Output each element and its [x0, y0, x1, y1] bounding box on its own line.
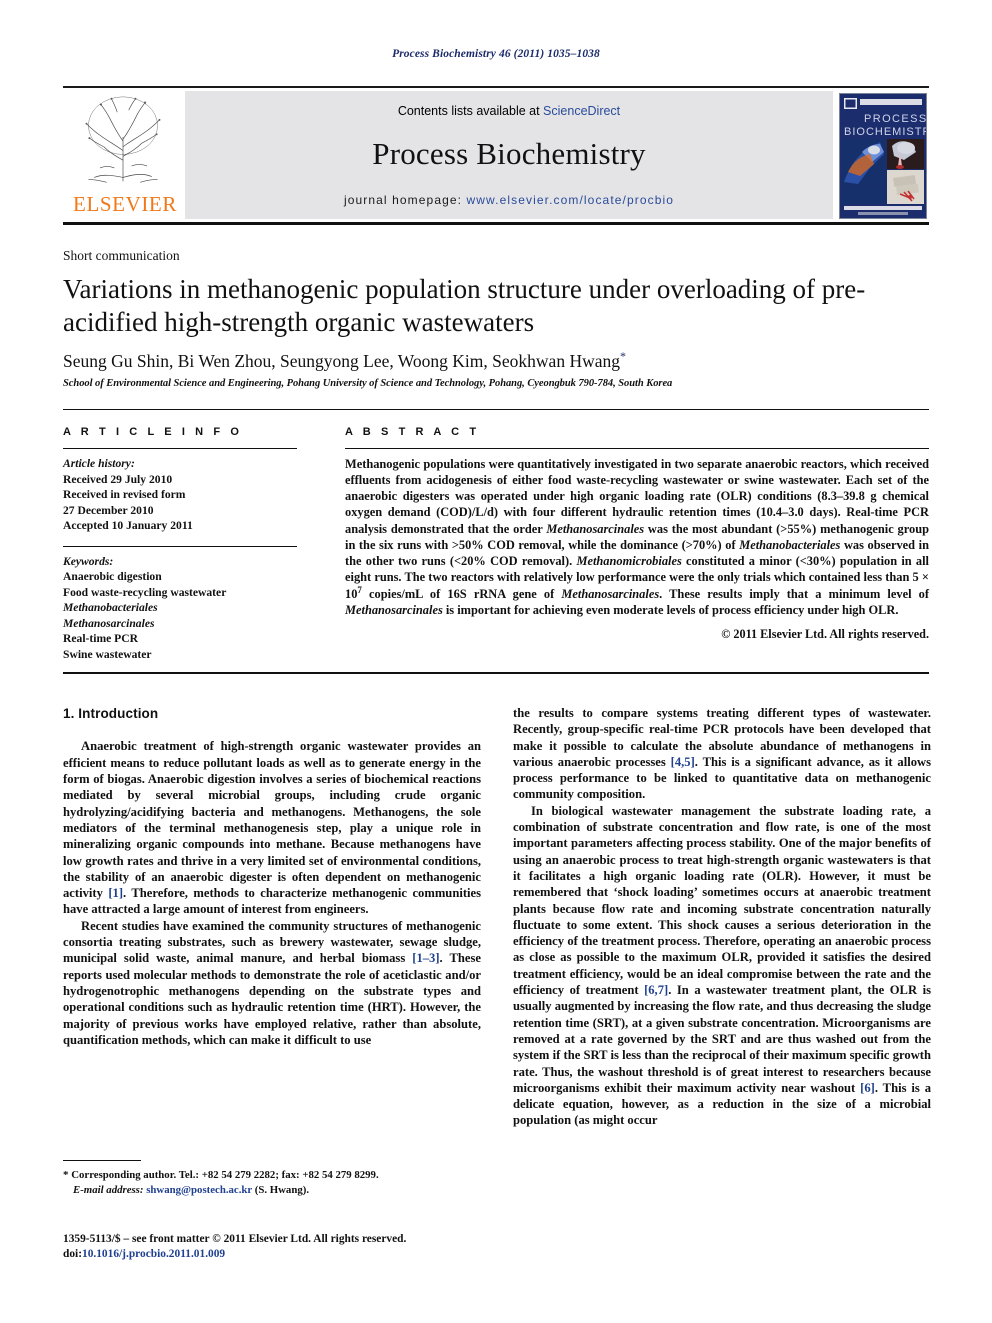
abstract-copyright: © 2011 Elsevier Ltd. All rights reserved… — [721, 627, 929, 642]
corresponding-author-footnote: * Corresponding author. Tel.: +82 54 279… — [63, 1168, 481, 1197]
body-column-left: 1. Introduction Anaerobic treatment of h… — [63, 705, 481, 1048]
cover-artwork-icon: PROCESS BIOCHEMISTRY — [840, 94, 926, 218]
cover-image: PROCESS BIOCHEMISTRY — [839, 93, 927, 219]
email-link[interactable]: shwang@postech.ac.kr — [146, 1184, 252, 1196]
journal-homepage-line: journal homepage: www.elsevier.com/locat… — [344, 193, 674, 207]
article-history-block: Article history: Received 29 July 2010 R… — [63, 456, 297, 534]
elsevier-tree-icon — [85, 96, 161, 183]
history-item: Received 29 July 2010 — [63, 472, 173, 486]
email-label: E-mail address: — [73, 1183, 144, 1196]
journal-band: Contents lists available at ScienceDirec… — [185, 91, 833, 219]
abstract-column: A B S T R A C T Methanogenic populations… — [345, 426, 929, 642]
journal-cover-thumbnail: PROCESS BIOCHEMISTRY — [833, 91, 929, 219]
body-column-right: the results to compare systems treating … — [513, 705, 931, 1129]
keyword-item: Anaerobic digestion — [63, 570, 162, 584]
article-info-column: A R T I C L E I N F O Article history: R… — [63, 426, 297, 662]
homepage-label: journal homepage: — [343, 193, 467, 207]
paragraph: the results to compare systems treating … — [513, 706, 932, 802]
footnote-rule — [63, 1160, 141, 1161]
info-band-top-rule — [63, 409, 929, 410]
history-item: 27 December 2010 — [63, 503, 154, 517]
journal-masthead: ELSEVIER Contents lists available at Sci… — [63, 86, 929, 219]
abstract-heading: A B S T R A C T — [345, 426, 480, 438]
doi-label: doi: — [63, 1248, 82, 1261]
author-names: Seung Gu Shin, Bi Wen Zhou, Seungyong Le… — [63, 350, 620, 371]
elsevier-wordmark: ELSEVIER — [73, 192, 177, 216]
section-heading-introduction: 1. Introduction — [63, 706, 159, 721]
keyword-item: Methanosarcinales — [63, 616, 155, 630]
article-kind-label: Short communication — [63, 248, 180, 263]
paragraph: Anaerobic treatment of high-strength org… — [63, 739, 482, 917]
email-suffix: (S. Hwang). — [254, 1183, 310, 1196]
masthead-bottom-rule — [63, 222, 929, 225]
footnote-marker: * — [63, 1169, 69, 1181]
homepage-url[interactable]: www.elsevier.com/locate/procbio — [467, 193, 675, 207]
elsevier-logo: ELSEVIER — [63, 91, 185, 219]
article-info-heading: A R T I C L E I N F O — [63, 426, 243, 438]
keywords-divider — [63, 545, 297, 547]
keyword-item: Methanobacteriales — [63, 601, 158, 615]
paragraph: In biological wastewater management the … — [513, 803, 931, 1128]
running-head: Process Biochemistry 46 (2011) 1035–1038 — [392, 48, 600, 60]
contents-available-line: Contents lists available at ScienceDirec… — [398, 104, 620, 118]
doi-line: doi:10.1016/j.procbio.2011.01.009 — [63, 1247, 493, 1262]
info-band-bottom-rule — [63, 672, 929, 674]
journal-title: Process Biochemistry — [372, 135, 646, 171]
paper-page: Process Biochemistry 46 (2011) 1035–1038 — [0, 0, 992, 1323]
affiliation: School of Environmental Science and Engi… — [63, 378, 673, 389]
keyword-item: Real-time PCR — [63, 632, 139, 646]
history-item: Accepted 10 January 2011 — [63, 519, 193, 533]
sciencedirect-link[interactable]: ScienceDirect — [543, 104, 620, 118]
article-info-divider — [63, 448, 297, 449]
abstract-text: Methanogenic populations were quantitati… — [345, 457, 930, 618]
contents-prefix: Contents lists available at — [397, 104, 544, 118]
issn-line: 1359-5113/$ – see front matter © 2011 El… — [63, 1233, 407, 1245]
keywords-label: Keywords: — [63, 554, 114, 568]
keywords-block: Keywords: Anaerobic digestion Food waste… — [63, 554, 297, 663]
article-history-label: Article history: — [63, 457, 135, 470]
corresponding-author-marker: * — [619, 349, 626, 363]
svg-text:PROCESS: PROCESS — [864, 113, 926, 125]
page-title: Variations in methanogenic population st… — [63, 274, 866, 337]
keyword-item: Food waste-recycling wastewater — [63, 585, 227, 599]
imprint-block: 1359-5113/$ – see front matter © 2011 El… — [63, 1232, 493, 1263]
history-item: Received in revised form — [63, 488, 186, 502]
svg-text:BIOCHEMISTRY: BIOCHEMISTRY — [844, 126, 926, 138]
author-list: Seung Gu Shin, Bi Wen Zhou, Seungyong Le… — [63, 349, 923, 372]
footnote-text: Corresponding author. Tel.: +82 54 279 2… — [71, 1169, 379, 1181]
paragraph: Recent studies have examined the communi… — [63, 918, 481, 1047]
abstract-divider — [345, 448, 929, 449]
doi-link[interactable]: 10.1016/j.procbio.2011.01.009 — [82, 1248, 225, 1260]
keyword-item: Swine wastewater — [63, 647, 152, 661]
